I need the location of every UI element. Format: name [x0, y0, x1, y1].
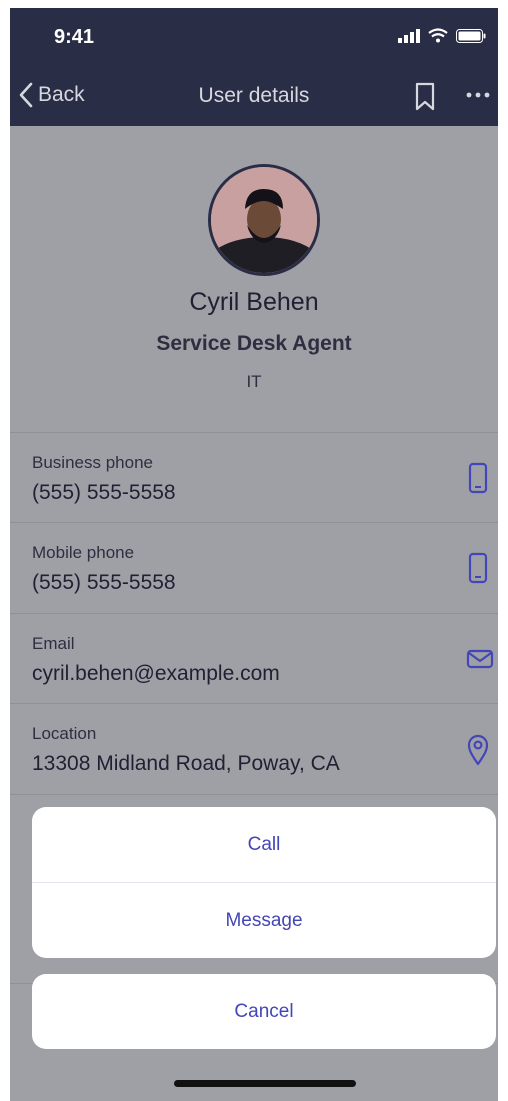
avatar	[208, 164, 320, 276]
call-mobile-phone-button[interactable]	[466, 552, 490, 589]
bookmark-button[interactable]	[414, 82, 436, 117]
message-button[interactable]: Message	[32, 883, 496, 958]
mail-icon	[466, 649, 494, 669]
email-button[interactable]	[466, 648, 494, 675]
detail-value: (555) 555-5558	[32, 571, 176, 594]
divider	[10, 432, 498, 433]
status-time: 9:41	[54, 26, 95, 48]
user-name: Cyril Behen	[189, 288, 319, 316]
user-job-title: Service Desk Agent	[156, 332, 352, 355]
detail-value: 13308 Midland Road, Poway, CA	[32, 752, 340, 775]
detail-label: Email	[32, 634, 75, 653]
divider	[10, 703, 498, 704]
home-indicator	[174, 1080, 356, 1087]
user-department: IT	[246, 372, 262, 391]
more-button[interactable]	[466, 84, 490, 112]
phone-icon	[468, 462, 488, 494]
divider	[10, 522, 498, 523]
call-button[interactable]: Call	[32, 807, 496, 882]
top-bar: 9:41 Back User details	[10, 8, 498, 126]
detail-label: Mobile phone	[32, 543, 135, 562]
location-button[interactable]	[466, 734, 490, 771]
wifi-icon	[428, 28, 448, 43]
detail-label: Location	[32, 724, 97, 743]
phone-icon	[468, 552, 488, 584]
battery-icon	[456, 28, 486, 43]
detail-label: Business phone	[32, 453, 153, 472]
status-icons	[398, 28, 486, 43]
bookmark-icon	[415, 82, 435, 111]
more-icon	[466, 92, 490, 98]
detail-value: (555) 555-5558	[32, 481, 176, 504]
detail-value: cyril.behen@example.com	[32, 662, 280, 685]
action-sheet: Call Message	[32, 807, 496, 958]
cancel-sheet: Cancel	[32, 974, 496, 1049]
divider	[10, 794, 498, 795]
phone-screen: 9:41 Back User details Cyril Behen Servi…	[10, 8, 498, 1101]
cancel-button[interactable]: Cancel	[32, 974, 496, 1049]
signal-icon	[398, 28, 420, 43]
divider	[10, 613, 498, 614]
call-business-phone-button[interactable]	[466, 462, 490, 499]
location-pin-icon	[467, 734, 489, 766]
